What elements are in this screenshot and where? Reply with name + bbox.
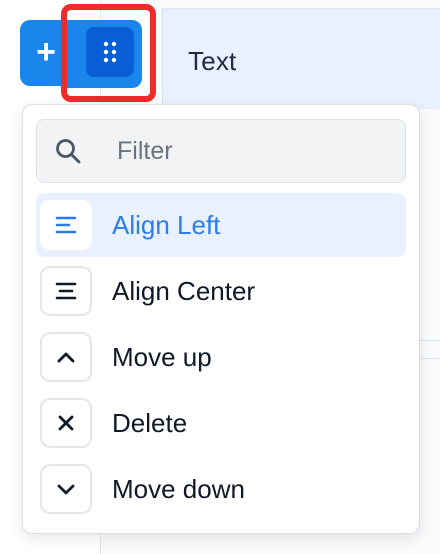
- menu-item-label: Move up: [112, 341, 212, 372]
- align-left-icon: [40, 200, 92, 250]
- menu-item-move-up[interactable]: Move up: [36, 325, 406, 389]
- menu-item-move-down[interactable]: Move down: [36, 457, 406, 521]
- filter-input[interactable]: [115, 135, 369, 167]
- drag-handle-icon: [103, 41, 117, 63]
- drag-handle-button[interactable]: [86, 27, 134, 77]
- menu-item-align-center[interactable]: Align Center: [36, 259, 406, 323]
- menu-item-label: Move down: [112, 473, 245, 504]
- menu-item-label: Delete: [112, 407, 188, 438]
- search-icon: [53, 136, 83, 166]
- chevron-up-icon: [40, 332, 92, 382]
- menu-item-label: Align Center: [112, 275, 256, 306]
- filter-field[interactable]: [36, 119, 406, 183]
- block-actions-menu: Align Left Align Center Move up Delete: [22, 104, 420, 534]
- menu-item-label: Align Left: [112, 209, 221, 240]
- plus-icon: +: [36, 33, 56, 71]
- menu-item-align-left[interactable]: Align Left: [36, 193, 406, 257]
- align-center-icon: [40, 266, 92, 316]
- menu-item-delete[interactable]: Delete: [36, 391, 406, 455]
- chevron-down-icon: [40, 464, 92, 514]
- text-block-label: Text: [188, 46, 237, 76]
- close-icon: [40, 398, 92, 448]
